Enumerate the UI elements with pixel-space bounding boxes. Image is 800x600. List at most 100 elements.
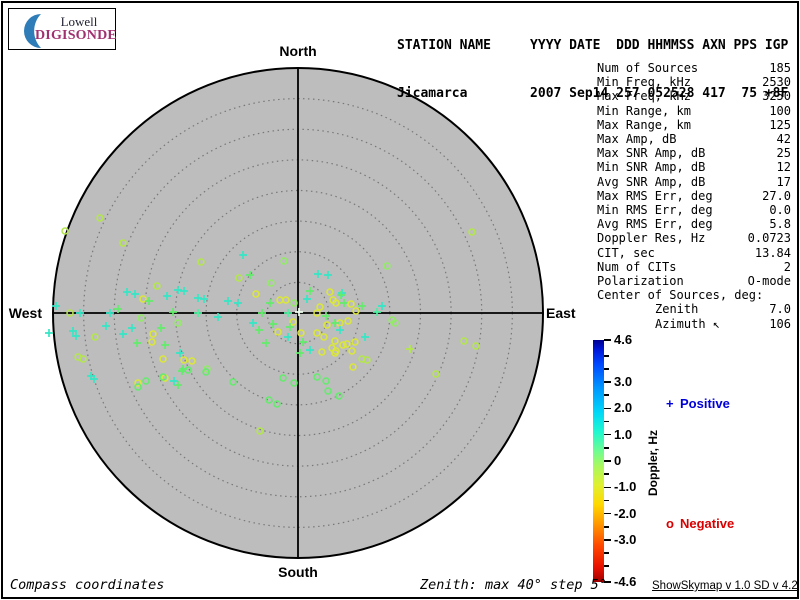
colorbar-minor-tick [604,421,609,423]
circle-marker-icon: o [666,516,680,531]
stat-value: 0.0723 [748,231,791,245]
stat-label: Avg RMS Err, deg [597,217,713,231]
colorbar-major-tick [604,408,611,410]
stat-value: 13.84 [755,246,791,260]
stat-row: Polarization O-mode [597,274,791,288]
stat-value: 42 [777,132,791,146]
stat-row: CIT, sec 13.84 [597,246,791,260]
stat-label: Min Range, km [597,104,691,118]
stat-value: 17 [777,175,791,189]
colorbar-tick-label: 2.0 [614,400,632,415]
stat-row: Min Range, km 100 [597,104,791,118]
stat-row: Avg SNR Amp, dB 17 [597,175,791,189]
doppler-colorbar [593,340,604,582]
stat-label: Max Freq, kHz [597,89,691,103]
stat-value: 25 [777,146,791,160]
doppler-colorbar-title: Doppler, Hz [646,430,660,496]
plus-marker-icon: + [666,396,680,411]
stat-label: Azimuth ↖ [597,317,720,331]
stat-row: Min Freq, kHz 2530 [597,75,791,89]
stat-label: Max Amp, dB [597,132,676,146]
colorbar-major-tick [604,434,611,436]
colorbar-minor-tick [604,500,609,502]
stat-value: 7.0 [769,302,791,316]
stat-row: Avg RMS Err, deg 5.8 [597,217,791,231]
colorbar-minor-tick [604,526,609,528]
compass-label-south: South [268,564,328,580]
colorbar-major-tick [604,339,611,341]
stat-value: 125 [769,118,791,132]
legend-negative-label: Negative [680,516,734,531]
stat-value: 12 [777,160,791,174]
stat-row: Max Range, km 125 [597,118,791,132]
stat-label: Avg SNR Amp, dB [597,175,705,189]
stat-value: 2530 [762,75,791,89]
stat-row: Center of Sources, deg: [597,288,791,302]
stat-label: Min RMS Err, deg [597,203,713,217]
stat-value: 100 [769,104,791,118]
stat-label: Polarization [597,274,684,288]
stat-value: 185 [769,61,791,75]
legend-negative: oNegative [666,516,734,531]
stat-row: Max Freq, kHz 3250 [597,89,791,103]
colorbar-tick-label: -3.0 [614,532,636,547]
stat-label: Min SNR Amp, dB [597,160,705,174]
skymap-source-positive [45,329,53,337]
stat-label: Max Range, km [597,118,691,132]
stat-row: Doppler Res, Hz 0.0723 [597,231,791,245]
legend-positive-label: Positive [680,396,730,411]
stat-label: Max SNR Amp, dB [597,146,705,160]
colorbar-tick-label: -4.6 [614,574,636,589]
stat-value: 27.0 [762,189,791,203]
header-columns-row: STATION NAME YYYY DATE DDD HHMMSS AXN PP… [397,38,788,54]
stat-row: Max SNR Amp, dB 25 [597,146,791,160]
colorbar-tick-label: 1.0 [614,427,632,442]
stat-label: Min Freq, kHz [597,75,691,89]
logo-digisonde-text: DIGISONDE [35,28,115,44]
stat-value: 5.8 [769,217,791,231]
stat-row: Zenith 7.0 [597,302,791,316]
stat-row: Min RMS Err, deg 0.0 [597,203,791,217]
colorbar-tick-label: 0 [614,453,621,468]
colorbar-major-tick [604,513,611,515]
stat-label: Max RMS Err, deg [597,189,713,203]
colorbar-minor-tick [604,394,609,396]
stat-label: Doppler Res, Hz [597,231,705,245]
colorbar-minor-tick [604,552,609,554]
colorbar-minor-tick [604,447,609,449]
colorbar-tick-label: 4.6 [614,332,632,347]
colorbar-minor-tick [604,355,609,357]
stat-label: Num of Sources [597,61,698,75]
skymap-app-window: Lowell DIGISONDE STATION NAME YYYY DATE … [0,0,800,600]
lowell-digisonde-logo: Lowell DIGISONDE [8,8,116,50]
stat-row: Max RMS Err, deg 27.0 [597,189,791,203]
compass-label-west: West [6,305,42,321]
stat-value: 0.0 [769,203,791,217]
software-version-label: ShowSkymap v 1.0 SD v 4.2 [652,580,798,592]
colorbar-minor-tick [604,368,609,370]
stat-label: Zenith [597,302,698,316]
colorbar-major-tick [604,381,611,383]
compass-label-north: North [268,43,328,59]
colorbar-minor-tick [604,473,609,475]
colorbar-tick-label: -1.0 [614,479,636,494]
measurement-stats-panel: Num of Sources185Min Freq, kHz2530Max Fr… [597,61,791,331]
stat-row: Min SNR Amp, dB 12 [597,160,791,174]
colorbar-major-tick [604,487,611,489]
zenith-range-label: Zenith: max 40° step 5° [420,577,607,593]
stat-value: 3250 [762,89,791,103]
stat-value: O-mode [748,274,791,288]
colorbar-tick-label: -2.0 [614,506,636,521]
coordinate-system-label: Compass coordinates [10,577,164,593]
legend-positive: +Positive [666,396,730,411]
colorbar-minor-tick [604,565,609,567]
colorbar-major-tick [604,460,611,462]
stat-label: Num of CITs [597,260,676,274]
stat-row: Azimuth ↖ 106 [597,317,791,331]
stat-value: 2 [784,260,791,274]
stat-label: Center of Sources, deg: [597,288,763,302]
stat-row: Num of CITs 2 [597,260,791,274]
compass-label-east: East [546,305,586,321]
stat-value: 106 [769,317,791,331]
stat-label: CIT, sec [597,246,655,260]
